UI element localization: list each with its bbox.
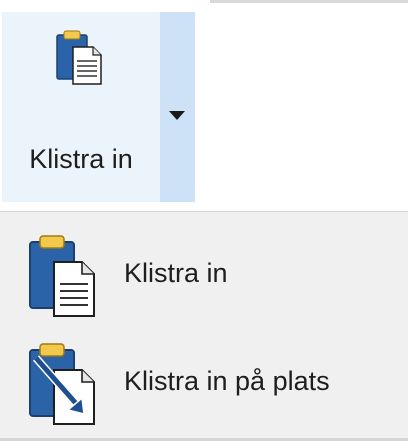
paste-dropdown-button[interactable] xyxy=(161,12,195,202)
menu-item-paste-in-place[interactable]: Klistra in på plats xyxy=(0,332,408,432)
clipboard-paste-icon xyxy=(29,235,95,317)
paste-button[interactable]: Klistra in xyxy=(2,12,161,202)
paste-split-button: Klistra in xyxy=(2,12,195,202)
toolbar-edge xyxy=(210,0,408,3)
menu-item-label: Klistra in xyxy=(124,258,228,288)
clipboard-paste-icon xyxy=(56,30,102,85)
paste-button-label: Klistra in xyxy=(29,144,133,174)
menu-item-paste[interactable]: Klistra in xyxy=(0,224,408,324)
menu-item-label: Klistra in på plats xyxy=(124,366,330,396)
paste-ui: Klistra in Klistra in Klistra in på plat… xyxy=(0,0,408,441)
paste-in-place-icon xyxy=(29,343,95,425)
paste-dropdown-menu: Klistra in Klistra in på plats xyxy=(0,211,408,441)
dropdown-triangle-icon xyxy=(169,111,185,120)
